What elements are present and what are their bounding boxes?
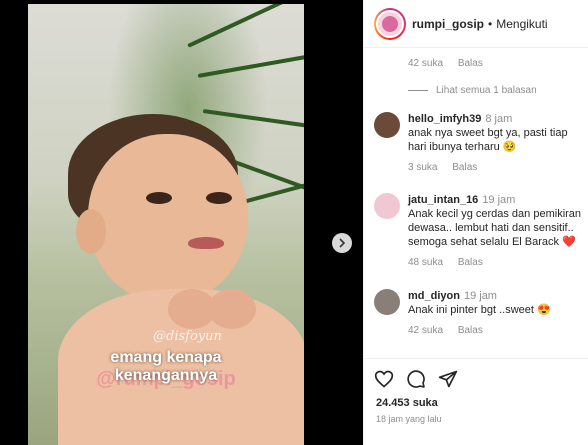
post-side-panel: rumpi_gosip • Mengikuti 42 suka Balas Li…: [363, 0, 588, 445]
post-like-count[interactable]: 24.453 suka: [376, 397, 438, 409]
commenter-avatar[interactable]: [374, 289, 400, 315]
header-separator: •: [488, 16, 493, 31]
share-icon[interactable]: [438, 369, 458, 389]
commenter-avatar[interactable]: [374, 112, 400, 138]
reply-button[interactable]: Balas: [458, 325, 483, 336]
previous-comment-meta: 42 suka Balas: [408, 58, 495, 69]
video-caption-line1: emang kenapa: [110, 349, 222, 366]
comment-text: Anak kecil yg cerdas dan pemikiran dewas…: [408, 208, 582, 248]
post-actions: 24.453 suka 18 jam yang lalu: [364, 358, 588, 445]
post-timestamp[interactable]: 18 jam yang lalu: [376, 414, 442, 424]
comment-likes[interactable]: 42 suka: [408, 325, 443, 336]
chevron-right-icon: [339, 238, 346, 248]
comment-time: 19 jam: [463, 290, 497, 302]
comment-likes[interactable]: 3 suka: [408, 162, 437, 173]
post-media: @disfoyun emang kenapa @rumpi_gosip kena…: [0, 0, 363, 445]
reply-button[interactable]: Balas: [458, 257, 483, 268]
replies-divider: [408, 90, 428, 91]
commenter-avatar[interactable]: [374, 193, 400, 219]
heart-icon[interactable]: [374, 369, 394, 389]
comment-icon[interactable]: [406, 369, 426, 389]
comment-text: Anak ini pinter bgt ..sweet 😍: [408, 304, 551, 316]
profile-avatar[interactable]: [374, 7, 406, 40]
video-caption-line2: kenangannya: [114, 367, 218, 384]
header-username[interactable]: rumpi_gosip: [412, 17, 484, 31]
view-replies-label: Lihat semua 1 balasan: [436, 85, 537, 96]
comment-text: anak nya sweet bgt ya, pasti tiap hari i…: [408, 127, 568, 153]
child-eye: [206, 192, 232, 204]
comment-item: hello_imfyh39 8 jam anak nya sweet bgt ya…: [374, 112, 584, 174]
commenter-username[interactable]: md_diyon: [408, 290, 460, 302]
comment-time: 8 jam: [485, 113, 513, 125]
post-header: rumpi_gosip • Mengikuti: [364, 0, 588, 48]
comment-item: jatu_intan_16 19 jam Anak kecil yg cerdas…: [374, 193, 584, 273]
comment-likes[interactable]: 48 suka: [408, 257, 443, 268]
reply-button[interactable]: Balas: [452, 162, 477, 173]
commenter-username[interactable]: hello_imfyh39: [408, 113, 481, 125]
comment-time: 19 jam: [482, 194, 516, 206]
comment-likes[interactable]: 42 suka: [408, 58, 443, 69]
child-fist: [208, 289, 256, 329]
child-ear: [76, 209, 106, 254]
following-button[interactable]: Mengikuti: [496, 17, 547, 31]
view-replies-button[interactable]: Lihat semua 1 balasan: [408, 85, 537, 96]
commenter-username[interactable]: jatu_intan_16: [408, 194, 478, 206]
child-face: [88, 134, 248, 304]
child-eye: [146, 192, 172, 204]
video-watermark: @disfoyun: [153, 329, 222, 344]
child-mouth: [188, 237, 224, 249]
next-media-button[interactable]: [332, 233, 352, 253]
reply-button[interactable]: Balas: [458, 58, 483, 69]
comment-item: md_diyon 19 jam Anak ini pinter bgt ..swe…: [374, 289, 584, 344]
video-frame[interactable]: @disfoyun emang kenapa @rumpi_gosip kena…: [28, 4, 304, 445]
